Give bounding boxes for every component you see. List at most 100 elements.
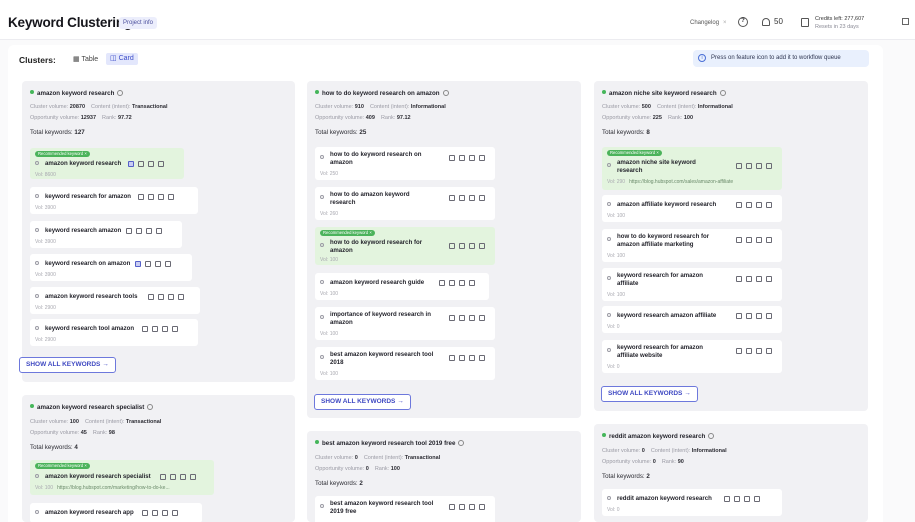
- keyword-item[interactable]: keyword research on amazon Vol: 3900: [30, 254, 192, 281]
- brief-icon[interactable]: [756, 237, 762, 243]
- keyword-item[interactable]: amazon keyword research app: [30, 503, 202, 522]
- brief-icon[interactable]: [756, 313, 762, 319]
- serp-icon[interactable]: [160, 474, 166, 480]
- keyword-item[interactable]: keyword research for amazon Vol: 3900: [30, 187, 198, 214]
- serp-icon[interactable]: [449, 155, 455, 161]
- content-icon[interactable]: [148, 194, 154, 200]
- serp-icon[interactable]: [449, 195, 455, 201]
- keyword-item[interactable]: best amazon keyword research tool 2019 f…: [315, 496, 495, 522]
- notification-bell-icon[interactable]: [762, 18, 770, 26]
- cluster-title[interactable]: best amazon keyword research tool 2019 f…: [315, 440, 465, 447]
- keyword-item[interactable]: amazon keyword research guide Vol: 100: [315, 273, 489, 300]
- recommended-badge[interactable]: Recommended keyword ×: [35, 463, 90, 469]
- keyword-item[interactable]: how to do keyword research on amazon Vol…: [315, 147, 495, 180]
- help-icon[interactable]: ?: [738, 17, 748, 27]
- brief-icon[interactable]: [162, 510, 168, 516]
- content-icon[interactable]: [459, 315, 465, 321]
- changelog-close-icon[interactable]: ×: [723, 20, 727, 26]
- serp-icon[interactable]: [449, 243, 455, 249]
- fullscreen-icon[interactable]: [902, 18, 909, 25]
- keyword-item[interactable]: importance of keyword research in amazon…: [315, 307, 495, 340]
- copy-icon[interactable]: [719, 90, 726, 96]
- content-icon[interactable]: [459, 504, 465, 510]
- content-icon[interactable]: [145, 261, 151, 267]
- content-icon[interactable]: [746, 163, 752, 169]
- recommended-badge[interactable]: Recommended keyword ×: [607, 150, 662, 156]
- content-icon[interactable]: [746, 202, 752, 208]
- content-icon[interactable]: [746, 313, 752, 319]
- keyword-item[interactable]: amazon affiliate keyword research Vol: 1…: [602, 195, 782, 222]
- show-all-keywords-button[interactable]: SHOW ALL KEYWORDS →: [601, 386, 698, 402]
- serp-icon[interactable]: [736, 348, 742, 354]
- brief-icon[interactable]: [756, 348, 762, 354]
- content-icon[interactable]: [459, 243, 465, 249]
- content-icon[interactable]: [152, 510, 158, 516]
- keyword-item[interactable]: keyword research for amazon affiliate we…: [602, 340, 782, 373]
- brief-icon[interactable]: [158, 194, 164, 200]
- serp-icon[interactable]: [736, 237, 742, 243]
- copy-icon[interactable]: [156, 228, 162, 234]
- copy-icon[interactable]: [117, 90, 124, 96]
- copy-icon[interactable]: [479, 355, 485, 361]
- serp-icon[interactable]: [449, 315, 455, 321]
- content-icon[interactable]: [138, 161, 144, 167]
- show-all-keywords-button[interactable]: SHOW ALL KEYWORDS →: [19, 357, 116, 373]
- serp-icon[interactable]: [128, 161, 134, 167]
- keyword-item[interactable]: Recommended keyword × amazon keyword res…: [30, 148, 184, 179]
- copy-icon[interactable]: [708, 433, 715, 439]
- brief-icon[interactable]: [155, 261, 161, 267]
- serp-icon[interactable]: [142, 326, 148, 332]
- serp-icon[interactable]: [449, 504, 455, 510]
- content-icon[interactable]: [746, 276, 752, 282]
- serp-icon[interactable]: [135, 261, 141, 267]
- copy-icon[interactable]: [158, 161, 164, 167]
- copy-icon[interactable]: [479, 195, 485, 201]
- cluster-title[interactable]: how to do keyword research on amazon: [315, 90, 449, 97]
- show-all-keywords-button[interactable]: SHOW ALL KEYWORDS →: [314, 394, 411, 410]
- keyword-item[interactable]: keyword research amazon affiliate Vol: 0: [602, 306, 782, 333]
- copy-icon[interactable]: [766, 237, 772, 243]
- brief-icon[interactable]: [469, 504, 475, 510]
- view-toggle-table[interactable]: ▦ Table: [70, 54, 101, 66]
- recommended-badge[interactable]: Recommended keyword ×: [320, 230, 375, 236]
- brief-icon[interactable]: [756, 276, 762, 282]
- keyword-item[interactable]: Recommended keyword × how to do keyword …: [315, 227, 495, 265]
- copy-icon[interactable]: [442, 90, 449, 96]
- keyword-item[interactable]: Recommended keyword × amazon keyword res…: [30, 460, 214, 495]
- serp-icon[interactable]: [736, 276, 742, 282]
- view-toggle-card[interactable]: ◫ Card: [106, 53, 138, 65]
- brief-icon[interactable]: [469, 315, 475, 321]
- copy-icon[interactable]: [766, 313, 772, 319]
- copy-icon[interactable]: [147, 404, 154, 410]
- copy-icon[interactable]: [754, 496, 760, 502]
- keyword-item[interactable]: how to do amazon keyword research Vol: 2…: [315, 187, 495, 220]
- brief-icon[interactable]: [168, 294, 174, 300]
- keyword-item[interactable]: best amazon keyword research tool 2018 V…: [315, 347, 495, 380]
- brief-icon[interactable]: [756, 202, 762, 208]
- cluster-title[interactable]: reddit amazon keyword research: [602, 433, 715, 440]
- content-icon[interactable]: [746, 237, 752, 243]
- copy-icon[interactable]: [458, 440, 465, 446]
- project-info-button[interactable]: Project info: [119, 17, 158, 29]
- brief-icon[interactable]: [180, 474, 186, 480]
- keyword-item[interactable]: amazon keyword research tools Vol: 2900: [30, 287, 200, 314]
- serp-icon[interactable]: [439, 280, 445, 286]
- brief-icon[interactable]: [469, 355, 475, 361]
- cluster-title[interactable]: amazon niche site keyword research: [602, 90, 726, 97]
- keyword-item[interactable]: Recommended keyword × amazon niche site …: [602, 147, 782, 190]
- content-icon[interactable]: [152, 326, 158, 332]
- copy-icon[interactable]: [178, 294, 184, 300]
- copy-icon[interactable]: [172, 326, 178, 332]
- ranking-url[interactable]: https://blog.hubspot.com/marketing/how-t…: [57, 485, 170, 491]
- copy-icon[interactable]: [190, 474, 196, 480]
- recommended-badge[interactable]: Recommended keyword ×: [35, 151, 90, 157]
- content-icon[interactable]: [170, 474, 176, 480]
- brief-icon[interactable]: [459, 280, 465, 286]
- copy-icon[interactable]: [479, 243, 485, 249]
- brief-icon[interactable]: [469, 243, 475, 249]
- copy-icon[interactable]: [766, 163, 772, 169]
- copy-icon[interactable]: [479, 315, 485, 321]
- content-icon[interactable]: [734, 496, 740, 502]
- content-icon[interactable]: [746, 348, 752, 354]
- brief-icon[interactable]: [162, 326, 168, 332]
